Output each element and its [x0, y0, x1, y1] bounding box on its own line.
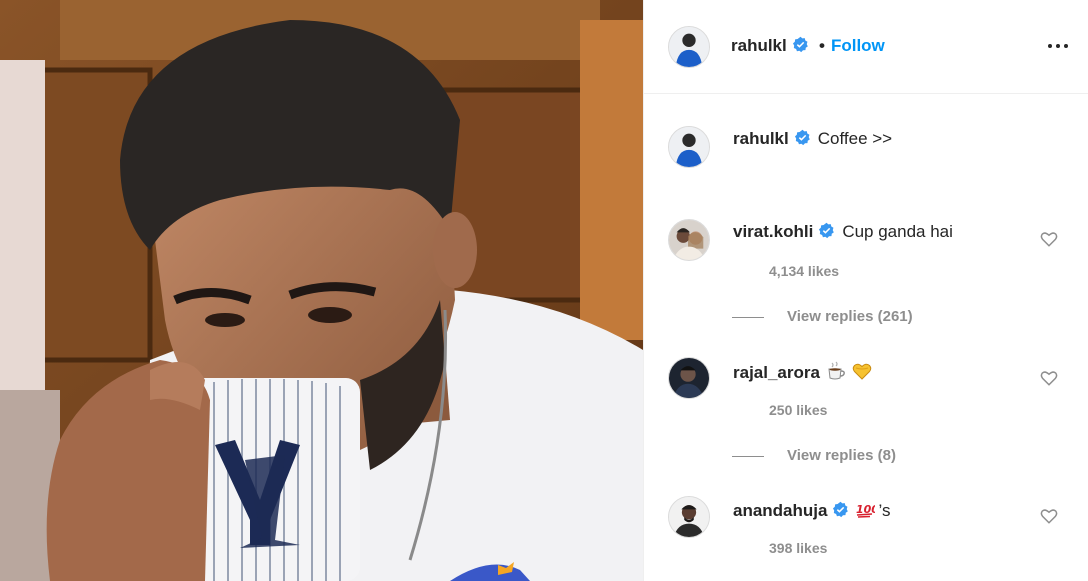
comment-likes[interactable]: 250 likes [769, 402, 827, 418]
follow-group: • Follow [819, 36, 885, 56]
replies-divider [732, 316, 764, 318]
comment-body: virat.kohli Cup ganda hai [733, 222, 953, 242]
like-heart-icon[interactable] [1040, 369, 1058, 387]
comment-likes[interactable]: 4,134 likes [769, 263, 839, 279]
author-username[interactable]: rahulkl [731, 36, 809, 56]
caption-username[interactable]: rahulkl [733, 129, 789, 148]
like-heart-icon[interactable] [1040, 507, 1058, 525]
comment-avatar[interactable] [668, 496, 710, 538]
photo-man-drinking-coffee [0, 0, 643, 581]
author-username-text[interactable]: rahulkl [731, 36, 787, 55]
verified-badge-icon [794, 129, 811, 146]
view-replies-button[interactable]: View replies (8) [732, 447, 896, 464]
comment-likes[interactable]: 398 likes [769, 540, 827, 556]
avatar-person-icon [669, 127, 709, 167]
post-header: rahulkl • Follow [644, 0, 1088, 94]
follow-separator: • [819, 36, 825, 55]
hundred-points-emoji-icon: 100 [855, 499, 875, 519]
hot-beverage-emoji-icon [826, 361, 846, 381]
post-photo[interactable] [0, 0, 643, 581]
view-replies-button[interactable]: View replies (261) [732, 308, 913, 325]
comment-avatar[interactable] [668, 357, 710, 399]
replies-divider [732, 455, 764, 457]
caption: rahulkl Coffee >> [733, 129, 892, 149]
comment-username[interactable]: rajal_arora [733, 363, 820, 382]
caption-text: Coffee >> [817, 129, 893, 148]
comment-text: Cup ganda hai [842, 222, 953, 241]
avatar-person-icon [669, 358, 709, 398]
comment-username[interactable]: virat.kohli [733, 222, 813, 241]
author-avatar[interactable] [668, 26, 710, 68]
post-side-panel: rahulkl • Follow rahulkl Coffee >> virat… [643, 0, 1088, 581]
comment-username[interactable]: anandahuja [733, 501, 827, 520]
verified-badge-icon [792, 36, 809, 53]
follow-button[interactable]: Follow [831, 36, 885, 55]
view-replies-label[interactable]: View replies (261) [787, 308, 913, 325]
comment-body: anandahuja 100 ’s [733, 499, 890, 521]
like-heart-icon[interactable] [1040, 230, 1058, 248]
avatar-person-icon [669, 27, 709, 67]
verified-badge-icon [818, 222, 835, 239]
avatar-couple-icon [669, 220, 709, 260]
caption-avatar[interactable] [668, 126, 710, 168]
avatar-person-icon [669, 497, 709, 537]
yellow-heart-emoji-icon [852, 361, 872, 381]
view-replies-label[interactable]: View replies (8) [787, 447, 896, 464]
more-options-icon[interactable] [1046, 36, 1070, 56]
comment-text: ’s [878, 501, 891, 520]
comment-body: rajal_arora [733, 361, 872, 383]
comment-avatar[interactable] [668, 219, 710, 261]
verified-badge-icon [832, 501, 849, 518]
